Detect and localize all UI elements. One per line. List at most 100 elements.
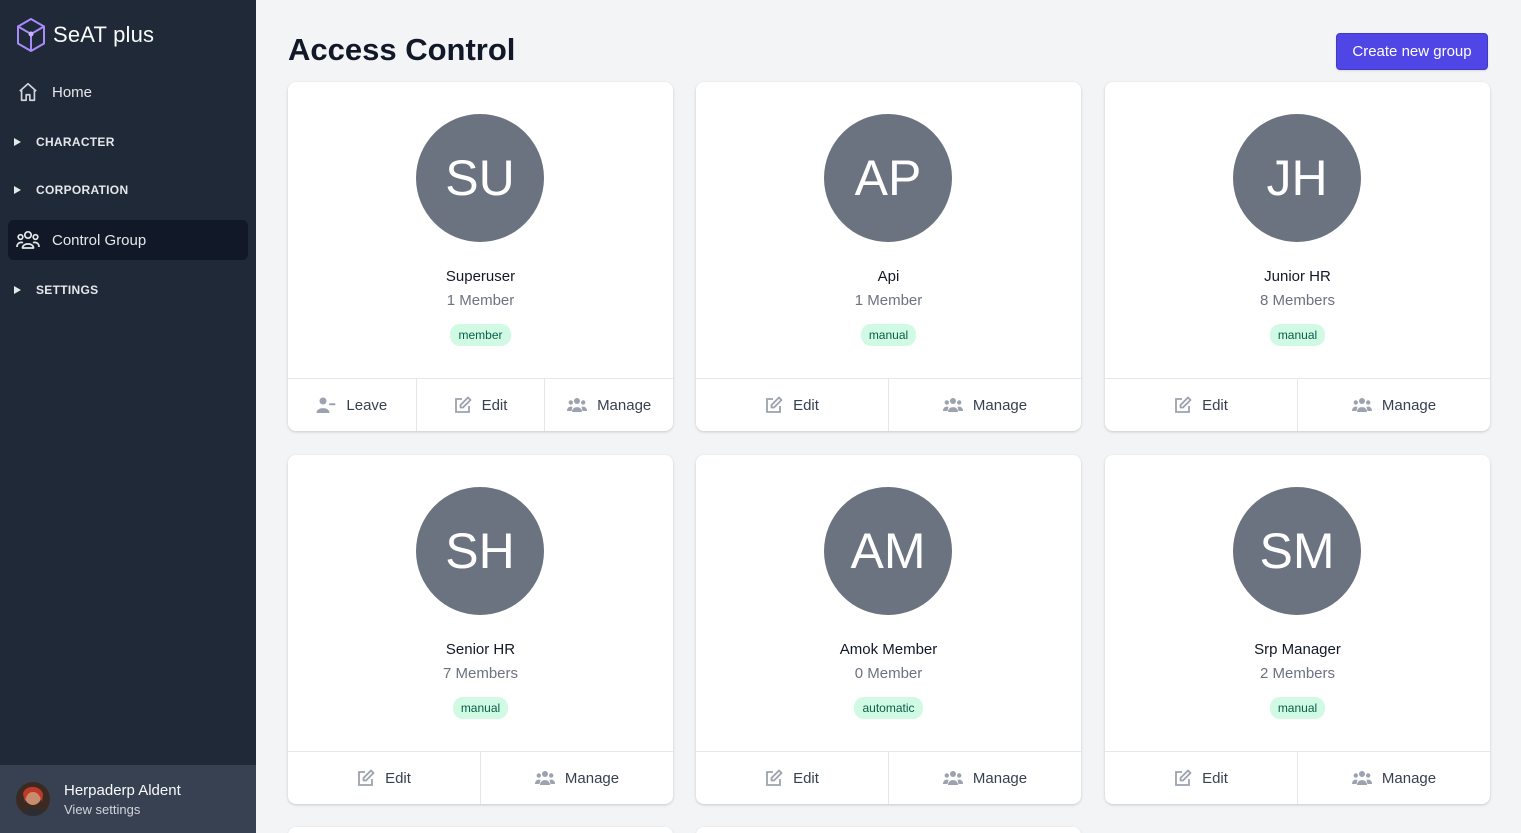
manage-label: Manage	[1381, 769, 1437, 787]
edit-icon	[1175, 396, 1192, 413]
page-title: Access Control	[288, 32, 516, 67]
sidebar-item-control-group[interactable]: Control Group	[8, 220, 248, 260]
group-card-srp-manager: SM Srp Manager 2 Members manual Edit Man…	[1105, 455, 1490, 804]
card-actions: Leave Edit Manage	[288, 378, 673, 431]
leave-button[interactable]: Leave	[288, 379, 416, 431]
group-name: Junior HR	[1264, 268, 1331, 285]
edit-button[interactable]: Edit	[288, 752, 480, 804]
sidebar-item-label: Control Group	[52, 231, 147, 249]
group-card-partial	[696, 827, 1081, 833]
user-profile[interactable]: Herpaderp Aldent View settings	[0, 765, 256, 833]
group-avatar: AP	[824, 114, 952, 242]
users-icon	[942, 771, 963, 785]
manage-button[interactable]: Manage	[544, 379, 673, 431]
sidebar-section-label: CORPORATION	[36, 183, 129, 197]
create-group-button[interactable]: Create new group	[1336, 33, 1488, 70]
manage-label: Manage	[972, 396, 1028, 414]
group-name: Api	[877, 268, 900, 285]
edit-label: Edit	[1202, 769, 1228, 787]
edit-icon	[1175, 769, 1192, 786]
group-member-count: 1 Member	[446, 292, 515, 309]
users-icon	[534, 771, 555, 785]
status-badge: manual	[452, 697, 509, 719]
manage-button[interactable]: Manage	[480, 752, 673, 804]
users-icon	[942, 398, 963, 412]
edit-icon	[454, 396, 471, 413]
group-card-amok-member: AM Amok Member 0 Member automatic Edit M…	[696, 455, 1081, 804]
seat-logo-icon	[17, 18, 45, 52]
card-actions: Edit Manage	[696, 751, 1081, 804]
manage-button[interactable]: Manage	[1297, 752, 1490, 804]
group-card-senior-hr: SH Senior HR 7 Members manual Edit Manag…	[288, 455, 673, 804]
sidebar-item-label: Home	[52, 83, 93, 101]
status-badge: manual	[1269, 324, 1326, 346]
manage-label: Manage	[972, 769, 1028, 787]
brand-name: SeAT plus	[53, 22, 155, 47]
edit-icon	[766, 396, 783, 413]
edit-button[interactable]: Edit	[1105, 752, 1297, 804]
group-card-api: AP Api 1 Member manual Edit Manage	[696, 82, 1081, 431]
group-card-partial	[288, 827, 673, 833]
sidebar: SeAT plus Home CHARACTER CORPORATION Con…	[0, 0, 256, 833]
group-member-count: 0 Member	[854, 665, 923, 682]
edit-label: Edit	[793, 396, 819, 414]
edit-label: Edit	[793, 769, 819, 787]
group-card-superuser: SU Superuser 1 Member member Leave Edit …	[288, 82, 673, 431]
group-name: Srp Manager	[1254, 641, 1341, 658]
users-icon	[16, 228, 40, 252]
group-avatar: AM	[824, 487, 952, 615]
group-avatar: SU	[416, 114, 544, 242]
home-icon	[16, 80, 40, 104]
edit-button[interactable]: Edit	[1105, 379, 1297, 431]
manage-button[interactable]: Manage	[888, 379, 1081, 431]
status-badge: manual	[1269, 697, 1326, 719]
group-member-count: 2 Members	[1259, 665, 1336, 682]
group-member-count: 1 Member	[854, 292, 923, 309]
leave-label: Leave	[346, 396, 388, 414]
users-icon	[1351, 771, 1372, 785]
card-actions: Edit Manage	[696, 378, 1081, 431]
card-actions: Edit Manage	[1105, 751, 1490, 804]
user-minus-icon	[316, 397, 336, 413]
group-member-count: 7 Members	[442, 665, 519, 682]
users-icon	[1351, 398, 1372, 412]
user-name: Herpaderp Aldent	[64, 781, 181, 799]
group-avatar: JH	[1233, 114, 1361, 242]
manage-button[interactable]: Manage	[888, 752, 1081, 804]
sidebar-section-character[interactable]: CHARACTER	[8, 126, 248, 158]
edit-button[interactable]: Edit	[696, 379, 888, 431]
manage-label: Manage	[597, 396, 652, 414]
card-actions: Edit Manage	[288, 751, 673, 804]
edit-label: Edit	[1202, 396, 1228, 414]
group-name: Senior HR	[445, 641, 516, 658]
caret-right-icon	[14, 186, 21, 194]
sidebar-section-label: SETTINGS	[36, 283, 99, 297]
group-avatar: SH	[416, 487, 544, 615]
sidebar-section-corporation[interactable]: CORPORATION	[8, 174, 248, 206]
users-icon	[567, 398, 588, 412]
avatar	[16, 782, 50, 816]
group-avatar: SM	[1233, 487, 1361, 615]
group-name: Amok Member	[839, 641, 938, 658]
manage-button[interactable]: Manage	[1297, 379, 1490, 431]
edit-label: Edit	[385, 769, 411, 787]
edit-icon	[766, 769, 783, 786]
sidebar-item-home[interactable]: Home	[8, 72, 248, 112]
edit-button[interactable]: Edit	[415, 379, 545, 431]
group-member-count: 8 Members	[1259, 292, 1336, 309]
edit-label: Edit	[481, 396, 508, 414]
card-actions: Edit Manage	[1105, 378, 1490, 431]
view-settings-link[interactable]: View settings	[64, 802, 181, 817]
caret-right-icon	[14, 138, 21, 146]
edit-button[interactable]: Edit	[696, 752, 888, 804]
brand[interactable]: SeAT plus	[16, 18, 154, 52]
manage-label: Manage	[1381, 396, 1437, 414]
status-badge: member	[450, 324, 511, 346]
status-badge: automatic	[854, 697, 923, 719]
sidebar-section-settings[interactable]: SETTINGS	[8, 274, 248, 306]
manage-label: Manage	[564, 769, 620, 787]
status-badge: manual	[860, 324, 917, 346]
sidebar-section-label: CHARACTER	[36, 135, 115, 149]
group-name: Superuser	[445, 268, 516, 285]
caret-right-icon	[14, 286, 21, 294]
